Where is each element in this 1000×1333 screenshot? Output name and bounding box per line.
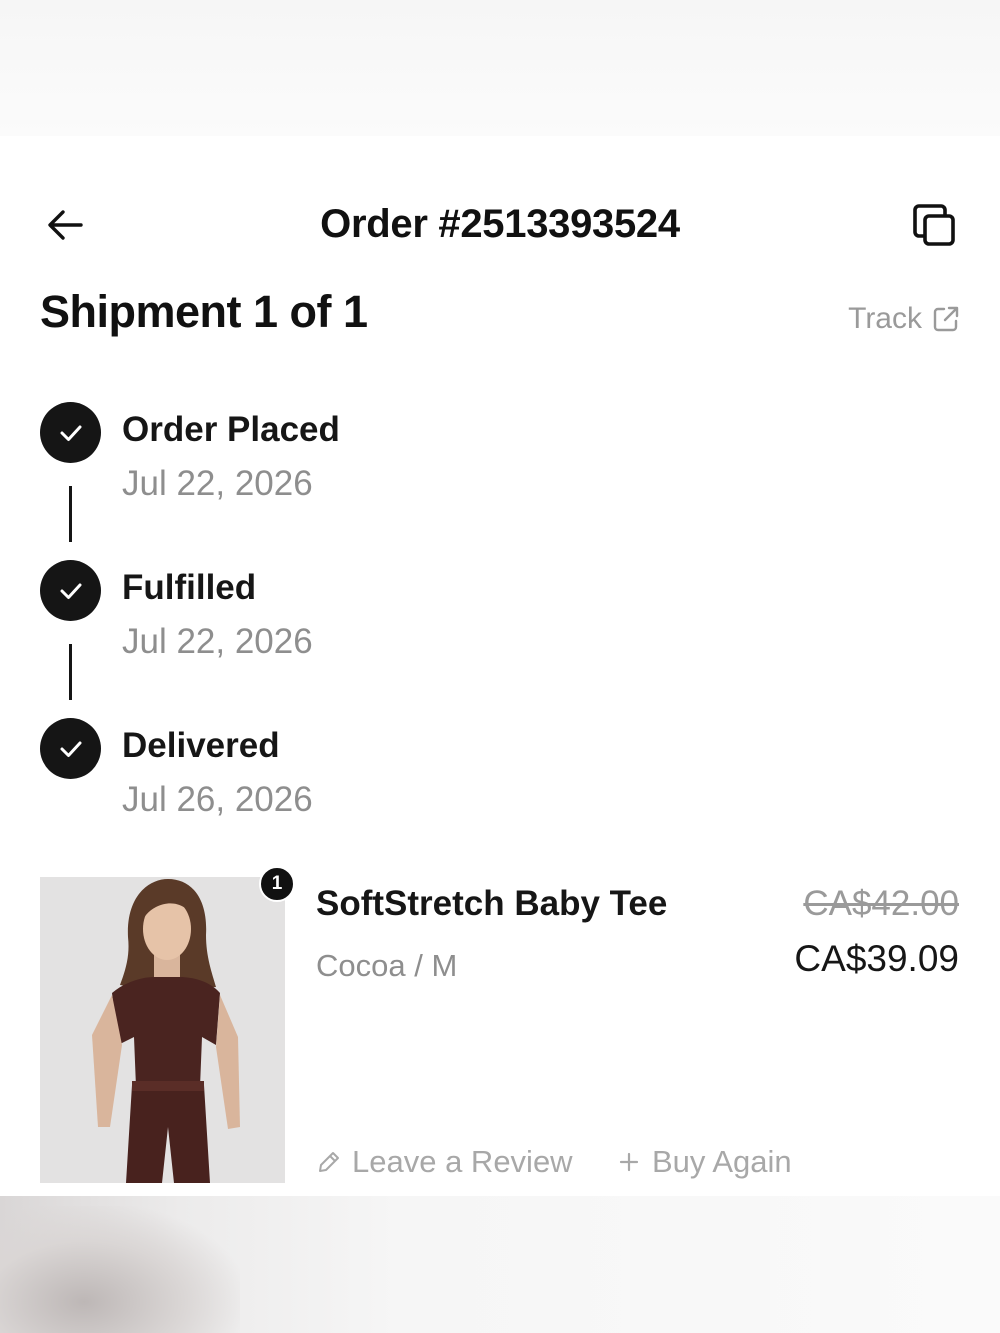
- step-label: Delivered: [122, 726, 280, 765]
- order-title: Order #2513393524: [320, 202, 680, 246]
- timeline-connector: [69, 644, 72, 700]
- step-status-circle: [40, 718, 101, 779]
- track-link[interactable]: Track: [848, 302, 960, 336]
- buy-again-label: Buy Again: [652, 1144, 792, 1179]
- leave-review-button[interactable]: Leave a Review: [316, 1144, 573, 1180]
- product-name[interactable]: SoftStretch Baby Tee: [316, 884, 667, 924]
- product-image[interactable]: [40, 877, 285, 1183]
- step-date: Jul 22, 2026: [122, 622, 313, 661]
- check-icon: [60, 425, 81, 441]
- copy-icon: [913, 204, 955, 246]
- timeline-step-fulfilled: Fulfilled Jul 22, 2026: [40, 560, 640, 680]
- timeline-step-order-placed: Order Placed Jul 22, 2026: [40, 402, 640, 522]
- timeline-step-delivered: Delivered Jul 26, 2026: [40, 718, 640, 838]
- step-status-circle: [40, 560, 101, 621]
- quantity-badge: 1: [259, 866, 295, 902]
- top-blurred-background: [0, 0, 1000, 136]
- leave-review-label: Leave a Review: [352, 1144, 573, 1179]
- step-date: Jul 26, 2026: [122, 780, 313, 819]
- bottom-blurred-background: [0, 1196, 1000, 1333]
- blurred-shape: [0, 1206, 240, 1333]
- check-icon: [60, 583, 81, 599]
- product-variant: Cocoa / M: [316, 948, 458, 983]
- plus-icon: [619, 1152, 639, 1172]
- step-date: Jul 22, 2026: [122, 464, 313, 503]
- header: Order #2513393524: [0, 190, 1000, 260]
- product-photo-illustration: [40, 877, 285, 1183]
- external-link-icon: [933, 306, 959, 332]
- sale-price: CA$39.09: [794, 938, 959, 979]
- shipment-title: Shipment 1 of 1: [40, 286, 368, 337]
- buy-again-button[interactable]: Buy Again: [618, 1144, 792, 1180]
- copy-button[interactable]: [904, 195, 964, 255]
- track-label: Track: [848, 302, 922, 335]
- original-price: CA$42.00: [803, 884, 959, 923]
- step-status-circle: [40, 402, 101, 463]
- step-label: Fulfilled: [122, 568, 257, 607]
- step-label: Order Placed: [122, 410, 340, 449]
- pencil-icon: [319, 1152, 339, 1172]
- check-icon: [60, 741, 81, 757]
- timeline-connector: [69, 486, 72, 542]
